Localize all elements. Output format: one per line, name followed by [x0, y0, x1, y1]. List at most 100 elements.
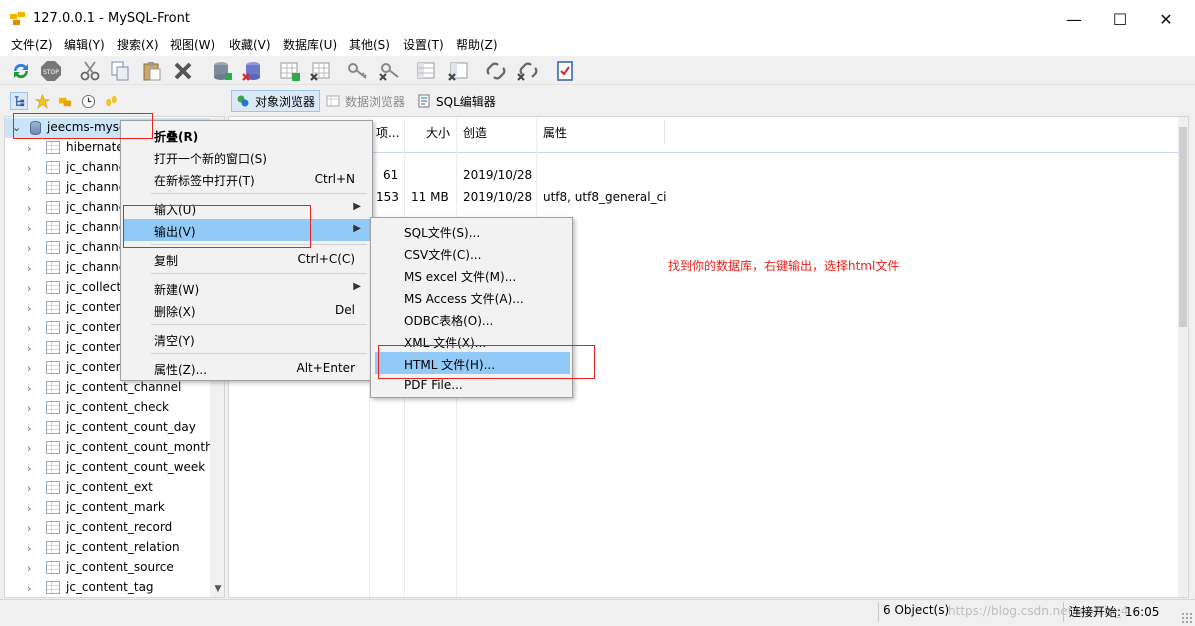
scrollbar-thumb[interactable] — [1179, 127, 1187, 327]
footprint-icon[interactable] — [102, 92, 120, 110]
chevron-right-icon[interactable]: › — [27, 482, 31, 495]
close-button[interactable]: ✕ — [1143, 0, 1189, 38]
chevron-right-icon[interactable]: › — [27, 502, 31, 515]
chevron-right-icon[interactable]: › — [27, 522, 31, 535]
chevron-right-icon[interactable]: › — [27, 222, 31, 235]
tree-icon[interactable] — [10, 92, 28, 110]
chevron-right-icon[interactable]: › — [27, 542, 31, 555]
export-sql-file[interactable]: SQL文件(S)... — [375, 220, 570, 242]
stop-icon[interactable]: STOP — [38, 58, 64, 84]
key-delete-icon[interactable] — [376, 58, 402, 84]
export-pdf-file[interactable]: PDF File... — [375, 374, 570, 396]
menu-edit[interactable]: 编辑(Y) — [64, 38, 105, 53]
tree-item-table[interactable]: › jc_content_count_month — [5, 438, 213, 458]
chevron-right-icon[interactable]: › — [27, 462, 31, 475]
delete-icon[interactable] — [170, 58, 196, 84]
chevron-right-icon[interactable]: › — [27, 142, 31, 155]
tree-item-table[interactable]: › jc_content_channel — [5, 378, 210, 398]
chevron-right-icon[interactable]: › — [27, 362, 31, 375]
minimize-button[interactable]: — — [1051, 0, 1097, 38]
export-access-file[interactable]: MS Access 文件(A)... — [375, 286, 570, 308]
field-add-icon[interactable] — [414, 58, 440, 84]
tree-item-table[interactable]: › jc_content_relation — [5, 538, 210, 558]
column-header-items[interactable]: 项... — [370, 120, 405, 144]
chevron-right-icon[interactable]: › — [27, 202, 31, 215]
chevron-down-icon[interactable]: ⌄ — [12, 121, 21, 134]
chevron-right-icon[interactable]: › — [27, 582, 31, 595]
checklist-icon[interactable] — [552, 58, 578, 84]
menu-item-delete[interactable]: 删除(X) Del — [123, 299, 370, 321]
menu-other[interactable]: 其他(S) — [349, 38, 390, 53]
scroll-down-icon[interactable]: ▼ — [210, 581, 224, 597]
chevron-right-icon[interactable]: › — [27, 322, 31, 335]
menu-database[interactable]: 数据库(U) — [283, 38, 337, 53]
menu-item-new[interactable]: 新建(W) ▶ — [123, 277, 370, 299]
cut-icon[interactable] — [77, 58, 103, 84]
tree-item-table[interactable]: › jc_content_mark — [5, 498, 210, 518]
menu-item-import[interactable]: 输入(U) ▶ — [123, 197, 370, 219]
tree-item-table[interactable]: › jc_content_count_week — [5, 458, 210, 478]
chevron-right-icon[interactable]: › — [27, 302, 31, 315]
database-delete-icon[interactable] — [239, 58, 265, 84]
menu-item-properties[interactable]: 属性(Z)... Alt+Enter — [123, 357, 370, 379]
column-header-attributes[interactable]: 属性 — [537, 120, 665, 144]
menu-item-copy[interactable]: 复制 Ctrl+C(C) — [123, 248, 370, 270]
tab-object-browser[interactable]: 对象浏览器 — [231, 90, 321, 112]
refresh-icon[interactable] — [8, 58, 34, 84]
tree-item-table[interactable]: › jc_content_source — [5, 558, 210, 578]
database-add-icon[interactable] — [209, 58, 235, 84]
tree-item-table[interactable]: › jc_content_count_day — [5, 418, 210, 438]
instruction-annotation: 找到你的数据库，右键输出，选择html文件 — [668, 259, 900, 273]
menu-view[interactable]: 视图(W) — [170, 38, 215, 53]
menu-favorites[interactable]: 收藏(V) — [229, 38, 271, 53]
maximize-button[interactable]: ☐ — [1097, 0, 1143, 38]
tree-item-table[interactable]: › jc_content_record — [5, 518, 210, 538]
tree-item-table[interactable]: › jc_content_check — [5, 398, 210, 418]
chevron-right-icon[interactable]: › — [27, 422, 31, 435]
menu-search[interactable]: 搜索(X) — [117, 38, 159, 53]
link-add-icon[interactable] — [483, 58, 509, 84]
menu-item-empty[interactable]: 清空(Y) — [123, 328, 370, 350]
menu-item-shortcut: Alt+Enter — [296, 361, 355, 375]
tree-item-table[interactable]: › jc_content_ext — [5, 478, 210, 498]
menu-item-export[interactable]: 输出(V) ▶ — [123, 219, 370, 241]
chevron-right-icon[interactable]: › — [27, 562, 31, 575]
menu-help[interactable]: 帮助(Z) — [456, 38, 498, 53]
chevron-right-icon[interactable]: › — [27, 162, 31, 175]
menu-item-collapse[interactable]: 折叠(R) — [123, 124, 370, 146]
grid-scrollbar[interactable] — [1178, 117, 1188, 597]
clock-icon[interactable] — [79, 92, 97, 110]
chevron-right-icon[interactable]: › — [27, 342, 31, 355]
resize-grip[interactable] — [1181, 612, 1192, 623]
chevron-right-icon[interactable]: › — [27, 442, 31, 455]
tab-data-browser[interactable]: 数据浏览器 — [322, 90, 409, 112]
export-excel-file[interactable]: MS excel 文件(M)... — [375, 264, 570, 286]
tab-sql-editor[interactable]: SQL编辑器 — [413, 90, 500, 112]
export-csv-file[interactable]: CSV文件(C)... — [375, 242, 570, 264]
table-delete-icon[interactable] — [307, 58, 333, 84]
link-delete-icon[interactable] — [514, 58, 540, 84]
paste-icon[interactable] — [139, 58, 165, 84]
column-header-size[interactable]: 大小 — [405, 120, 457, 144]
menu-settings[interactable]: 设置(T) — [403, 38, 444, 53]
export-html-file[interactable]: HTML 文件(H)... — [375, 352, 570, 374]
chevron-right-icon[interactable]: › — [27, 282, 31, 295]
folder-icon[interactable] — [56, 92, 74, 110]
menu-item-open-new-tab[interactable]: 在新标签中打开(T) Ctrl+N — [123, 168, 370, 190]
copy-icon[interactable] — [107, 58, 133, 84]
tree-item-table[interactable]: › jc_content_tag — [5, 578, 210, 597]
chevron-right-icon[interactable]: › — [27, 242, 31, 255]
menu-item-open-new-window[interactable]: 打开一个新的窗口(S) — [123, 146, 370, 168]
menu-file[interactable]: 文件(Z) — [11, 38, 53, 53]
chevron-right-icon[interactable]: › — [27, 402, 31, 415]
column-header-created[interactable]: 创造 — [457, 120, 537, 144]
key-add-icon[interactable] — [345, 58, 371, 84]
chevron-right-icon[interactable]: › — [27, 382, 31, 395]
export-odbc-table[interactable]: ODBC表格(O)... — [375, 308, 570, 330]
export-xml-file[interactable]: XML 文件(X)... — [375, 330, 570, 352]
field-delete-icon[interactable] — [445, 58, 471, 84]
table-add-icon[interactable] — [277, 58, 303, 84]
chevron-right-icon[interactable]: › — [27, 182, 31, 195]
chevron-right-icon[interactable]: › — [27, 262, 31, 275]
star-icon[interactable] — [33, 92, 51, 110]
